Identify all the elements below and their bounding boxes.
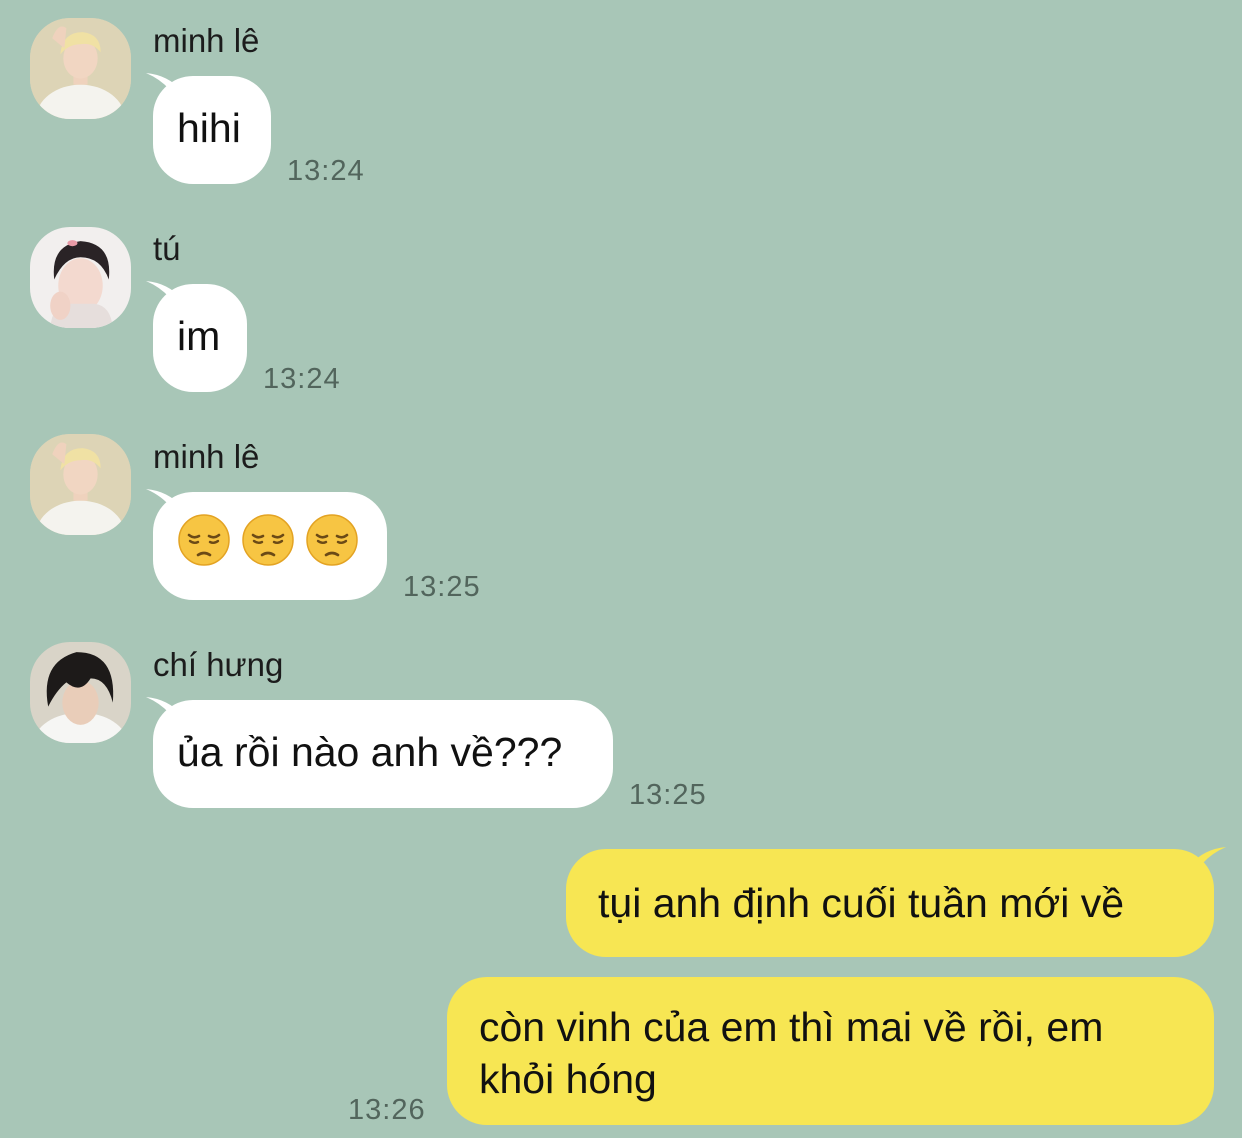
chat-thread[interactable]: minh lê hihi 13:24 tú im 13:24 minh lê 1… [0,0,1242,1138]
sender-name: tú [153,230,181,267]
message-bubble[interactable] [153,492,387,600]
message-bubble[interactable]: im [153,284,247,392]
avatar-blonde-hair-white-shirt-icon [30,434,131,535]
message-text: im [177,313,221,359]
avatar-blonde-hair-white-shirt-icon [30,18,131,119]
message-bubble[interactable]: tụi anh định cuối tuần mới về [566,849,1214,957]
avatar[interactable] [30,434,131,535]
avatar[interactable] [30,227,131,328]
sender-name: chí hưng [153,646,284,683]
message-bubble[interactable]: còn vinh của em thì mai về rồi, em khỏi … [447,977,1214,1125]
message-timestamp: 13:24 [263,363,341,395]
message-text: ủa rồi nào anh về??? [177,729,563,775]
avatar-dark-hair-hand-on-face-icon [30,227,131,328]
message-timestamp: 13:25 [629,779,707,811]
message-text: hihi [177,105,241,151]
message-text: tụi anh định cuối tuần mới về [598,880,1125,926]
message-text-line: khỏi hóng [479,1056,657,1102]
pensive-face-icon [306,514,358,566]
avatar[interactable] [30,642,131,743]
emoji-row [177,510,363,570]
sender-name: minh lê [153,22,260,59]
message-timestamp: 13:25 [403,571,481,603]
pensive-face-icon [178,514,230,566]
message-text-line: còn vinh của em thì mai về rồi, em [479,1004,1104,1050]
message-bubble[interactable]: ủa rồi nào anh về??? [153,700,613,808]
message-timestamp: 13:26 [348,1094,426,1126]
message-bubble[interactable]: hihi [153,76,271,184]
avatar[interactable] [30,18,131,119]
sender-name: minh lê [153,438,260,475]
avatar-black-fluffy-hair-icon [30,642,131,743]
pensive-face-icon [242,514,294,566]
message-timestamp: 13:24 [287,155,365,187]
